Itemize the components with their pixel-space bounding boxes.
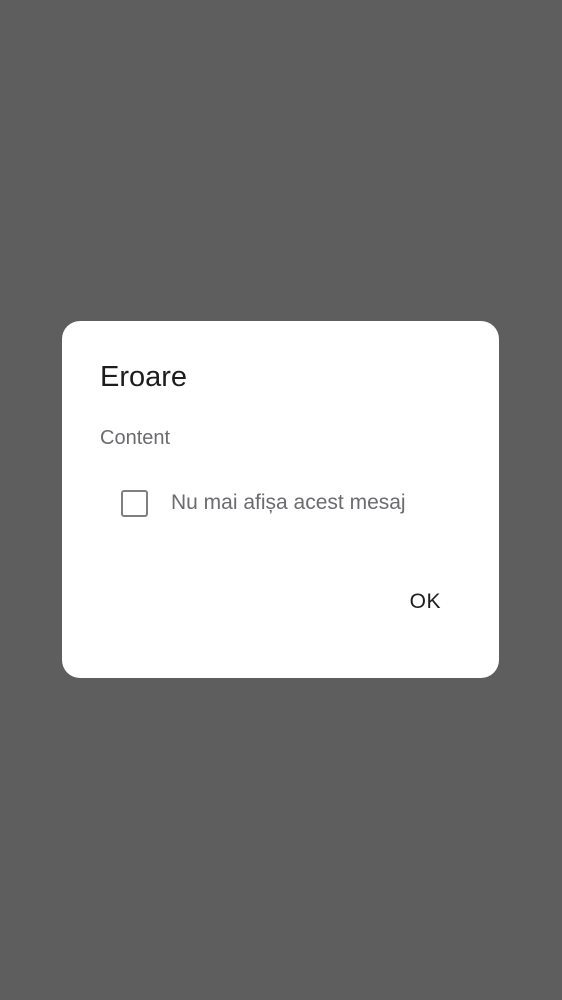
error-dialog: Eroare Content Nu mai afișa acest mesaj …: [62, 321, 499, 678]
dialog-title: Eroare: [100, 361, 188, 393]
dialog-message: Content: [100, 427, 171, 449]
ok-button[interactable]: OK: [400, 585, 451, 619]
checkbox-label[interactable]: Nu mai afișa acest mesaj: [171, 491, 406, 515]
dont-show-again-checkbox[interactable]: Nu mai afișa acest mesaj: [121, 486, 406, 520]
checkbox-box[interactable]: [121, 489, 148, 517]
